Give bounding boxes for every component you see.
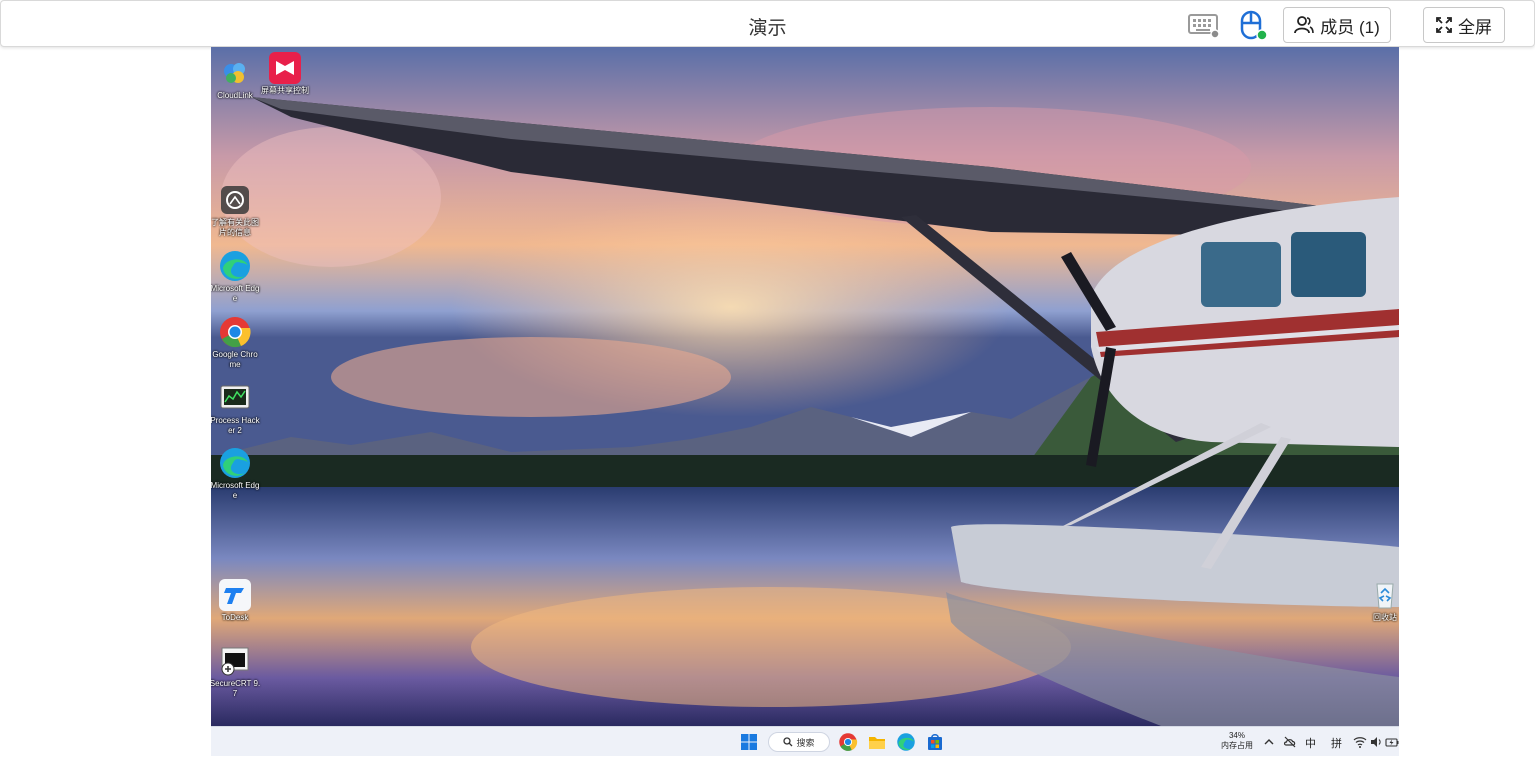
search-icon — [783, 737, 793, 747]
desktop-icon-label: Process Hacker 2 — [211, 416, 260, 435]
members-label: 成员 (1) — [1320, 17, 1380, 37]
edge-icon — [219, 250, 251, 282]
cloud-offline-icon — [1283, 736, 1296, 748]
members-button[interactable]: 成员 (1) — [1283, 7, 1391, 43]
desktop-icon-spotlight[interactable]: 了解有关此图片的信息 — [211, 184, 261, 238]
desktop-icon-label: Microsoft Edge — [211, 481, 260, 500]
ime-language-indicator[interactable]: 中 — [1305, 735, 1316, 751]
desktop-icon-recycle-bin[interactable]: 回收站 — [1359, 579, 1399, 623]
taskbar-chrome[interactable] — [838, 732, 858, 752]
desktop-icon-label: Google Chrome — [212, 350, 258, 369]
fullscreen-button[interactable]: 全屏 — [1423, 7, 1505, 43]
edge-icon — [219, 447, 251, 479]
start-button[interactable] — [739, 732, 759, 752]
speaker-icon — [1371, 737, 1381, 747]
tray-overflow-button[interactable] — [1263, 735, 1275, 749]
battery-charging-icon — [1385, 738, 1399, 747]
desktop-icon-edge-1[interactable]: Microsoft Edge — [211, 250, 261, 304]
wifi-icon — [1353, 737, 1367, 748]
chevron-up-icon — [1264, 739, 1274, 745]
mouse-control-button[interactable] — [1237, 9, 1269, 41]
taskbar-search[interactable]: 搜索 — [768, 732, 830, 752]
keyboard-control-button[interactable] — [1187, 11, 1221, 39]
folder-icon — [869, 737, 885, 749]
windows-taskbar: 搜索 34% 内存占用 中 拼 — [211, 726, 1399, 756]
desktop-icon-label: Microsoft Edge — [211, 284, 260, 303]
remote-desktop-view[interactable]: CloudLink 屏幕共享控制 了解有关此图片的信息 Microsoft Ed… — [211, 47, 1399, 726]
desktop-icon-label: 回收站 — [1373, 613, 1397, 622]
desktop-wallpaper — [211, 47, 1399, 726]
tray-battery[interactable] — [1385, 735, 1399, 749]
members-icon — [1294, 16, 1315, 34]
memory-percent: 34% — [1228, 731, 1245, 740]
process-hacker-icon — [219, 382, 251, 414]
keyboard-icon — [1188, 14, 1220, 39]
desktop-icon-screen-share[interactable]: 屏幕共享控制 — [259, 52, 311, 96]
search-label: 搜索 — [796, 737, 815, 748]
desktop-icon-chrome[interactable]: Google Chrome — [211, 316, 261, 370]
edge-icon — [897, 733, 915, 751]
ime-mode-indicator[interactable]: 拼 — [1331, 735, 1342, 751]
taskbar-store[interactable] — [925, 732, 945, 752]
desktop-icon-securecrt[interactable]: SecureCRT 9.7 — [211, 645, 261, 699]
desktop-icon-label: SecureCRT 9.7 — [211, 679, 261, 698]
tray-volume[interactable] — [1369, 735, 1383, 749]
desktop-icon-label: 屏幕共享控制 — [261, 86, 309, 95]
todesk-icon — [219, 579, 251, 611]
fullscreen-label: 全屏 — [1458, 17, 1492, 37]
tray-onedrive[interactable] — [1283, 735, 1297, 749]
desktop-icon-label: CloudLink — [217, 91, 253, 100]
recycle-bin-icon — [1369, 579, 1399, 611]
desktop-icon-label: ToDesk — [221, 613, 249, 622]
taskbar-edge[interactable] — [896, 732, 916, 752]
presentation-toolbar: 演示 成员 (1) 全屏 — [0, 0, 1535, 47]
camera-info-icon — [219, 184, 251, 216]
desktop-icon-label: 了解有关此图片的信息 — [211, 218, 259, 237]
desktop-icon-todesk[interactable]: ToDesk — [211, 579, 261, 623]
tray-network[interactable] — [1353, 735, 1367, 749]
desktop-icon-cloudlink[interactable]: CloudLink — [211, 57, 261, 101]
memory-label: 内存占用 — [1221, 741, 1253, 750]
fullscreen-icon — [1436, 17, 1452, 33]
cloudlink-icon — [219, 57, 251, 89]
desktop-icon-edge-2[interactable]: Microsoft Edge — [211, 447, 261, 501]
securecrt-icon — [219, 645, 251, 677]
memory-usage-widget[interactable]: 34% 内存占用 — [1217, 731, 1257, 751]
taskbar-file-explorer[interactable] — [867, 732, 887, 752]
chrome-icon — [839, 733, 858, 751]
store-icon — [928, 734, 942, 750]
desktop-icon-process-hacker[interactable]: Process Hacker 2 — [211, 382, 261, 436]
chrome-icon — [219, 316, 251, 348]
mouse-icon — [1240, 10, 1268, 41]
windows-logo-icon — [741, 734, 757, 750]
screen-share-app-icon — [269, 52, 301, 84]
